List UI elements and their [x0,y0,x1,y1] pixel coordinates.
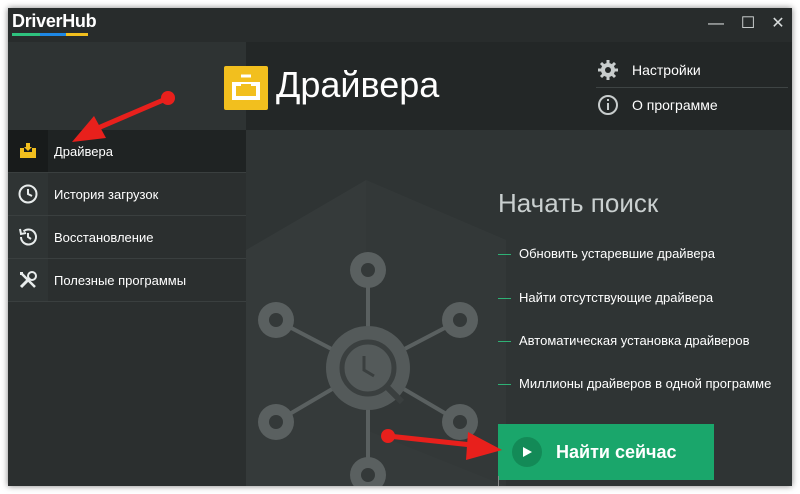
annotation-arrows [72,91,502,460]
arrow-to-drivers [72,91,175,142]
arrow-to-find-button [381,429,502,460]
